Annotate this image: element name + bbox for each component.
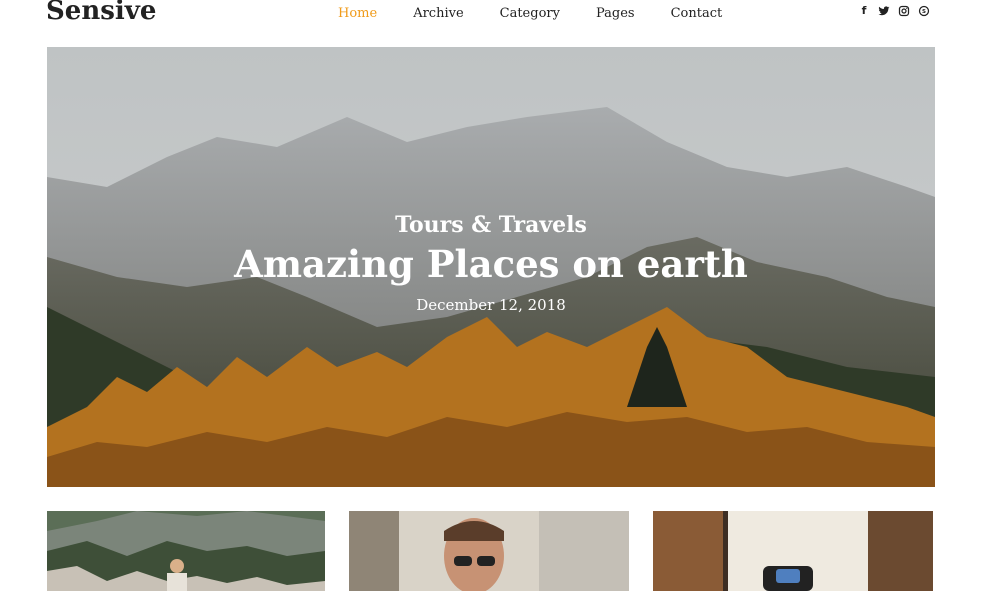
post-image-man-glasses: [349, 511, 629, 591]
facebook-icon[interactable]: f: [858, 5, 870, 17]
hero-category[interactable]: Tours & Travels: [47, 212, 935, 238]
hero-date: December 12, 2018: [416, 296, 566, 314]
twitter-icon[interactable]: [878, 5, 890, 17]
svg-text:S: S: [922, 9, 926, 15]
post-image-watch: [653, 511, 933, 591]
post-card-2[interactable]: [349, 511, 629, 591]
nav-pages[interactable]: Pages: [596, 6, 635, 21]
hero-banner[interactable]: Tours & Travels Amazing Places on earth …: [47, 47, 935, 487]
social-links: f S: [858, 5, 930, 17]
nav-home[interactable]: Home: [338, 6, 377, 21]
hero-title[interactable]: Amazing Places on earth: [47, 242, 935, 286]
instagram-icon[interactable]: [898, 5, 910, 17]
post-card-3[interactable]: [653, 511, 933, 591]
nav-contact[interactable]: Contact: [671, 6, 723, 21]
main-nav: Home Archive Category Pages Contact: [338, 6, 758, 21]
nav-archive[interactable]: Archive: [413, 6, 463, 21]
nav-category[interactable]: Category: [500, 6, 560, 21]
site-logo[interactable]: Sensive: [46, 0, 156, 26]
post-image-hiker: [47, 511, 325, 591]
skype-icon[interactable]: S: [918, 5, 930, 17]
post-card-1[interactable]: [47, 511, 325, 591]
